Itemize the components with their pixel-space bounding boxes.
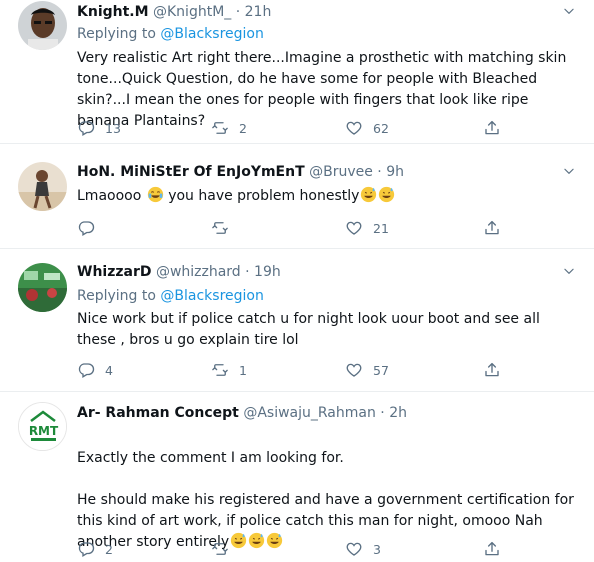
like-button[interactable]: 21 [345,218,389,238]
retweet-button[interactable]: 1 [211,360,247,380]
timestamp[interactable]: · 2h [380,405,407,421]
timestamp[interactable]: · 9h [377,164,404,180]
tweet-text: Nice work but if police catch u for nigh… [77,311,540,348]
laughing-crying-emoji-icon [147,186,164,203]
heart-icon [345,119,363,137]
tweet-header: Ar- Rahman Concept @Asiwaju_Rahman · 2h [77,403,554,423]
retweet-icon [211,219,229,237]
tweet-actions: 4 1 57 [77,360,507,380]
avatar[interactable] [18,162,67,211]
avatar[interactable] [18,263,67,312]
reply-button[interactable]: 4 [77,360,113,380]
reply-icon [77,219,95,237]
retweet-icon [211,361,229,379]
timestamp[interactable]: · 19h [245,264,281,280]
retweet-button[interactable]: 2 [211,118,247,138]
display-name[interactable]: Ar- Rahman Concept [77,405,239,421]
replying-to-label: Replying to [77,288,156,304]
tweet-whizzard[interactable]: WhizzarD @whizzhard · 19h Replying to @B… [0,249,594,392]
reply-count: 2 [105,541,113,557]
tweet-header: HoN. MiNiStEr Of EnJoYmEnT @Bruvee · 9h [77,162,554,182]
share-button[interactable] [483,539,511,559]
user-handle[interactable]: @KnightM_ [153,4,231,20]
share-icon [483,219,501,237]
display-name[interactable]: WhizzarD [77,264,151,280]
like-count: 3 [373,541,381,557]
retweet-button[interactable] [211,218,239,238]
share-icon [483,119,501,137]
retweet-icon [211,540,229,558]
heart-icon [345,219,363,237]
timestamp[interactable]: · 21h [236,4,272,20]
retweet-icon [211,119,229,137]
like-count: 62 [373,120,389,136]
user-handle[interactable]: @whizzhard [156,264,241,280]
sweat-smile-emoji-icon [378,186,395,203]
user-handle[interactable]: @Asiwaju_Rahman [243,405,376,421]
like-button[interactable]: 62 [345,118,389,138]
share-icon [483,540,501,558]
tweet-text-cont: you have problem honestly [168,188,360,204]
tweet-asiwaju-rahman[interactable]: RMT Ar- Rahman Concept @Asiwaju_Rahman ·… [0,392,594,562]
reply-icon [77,361,95,379]
tweet-knightm[interactable]: Knight.M @KnightM_ · 21h Replying to @Bl… [0,0,594,144]
tweet-header: WhizzarD @whizzhard · 19h [77,262,554,282]
tweet-header: Knight.M @KnightM_ · 21h [77,2,554,22]
tweet-text: Lmaoooo [77,188,142,204]
avatar-logo-text: RMT [29,424,59,438]
tweet-text: Exactly the comment I am looking for. He… [77,450,574,550]
avatar[interactable]: RMT [18,402,67,451]
like-button[interactable]: 57 [345,360,389,380]
chevron-down-icon[interactable] [562,264,576,278]
retweet-count: 1 [239,362,247,378]
tweet-actions: 13 2 62 [77,118,507,138]
user-handle[interactable]: @Bruvee [309,164,373,180]
reply-button[interactable] [77,218,105,238]
replying-to-handle[interactable]: @Blacksregion [160,26,263,42]
reply-count: 4 [105,362,113,378]
replying-to: Replying to @Blacksregion [77,286,264,306]
avatar[interactable] [18,1,67,50]
replying-to-label: Replying to [77,26,156,42]
reply-button[interactable]: 13 [77,118,121,138]
reply-count: 13 [105,120,121,136]
tweet-actions: 2 3 [77,539,507,559]
tweet-bruvee[interactable]: HoN. MiNiStEr Of EnJoYmEnT @Bruvee · 9h … [0,144,594,249]
like-count: 57 [373,362,389,378]
chevron-down-icon[interactable] [562,4,576,18]
display-name[interactable]: HoN. MiNiStEr Of EnJoYmEnT [77,164,305,180]
share-button[interactable] [483,360,511,380]
heart-icon [345,361,363,379]
sweat-smile-emoji-icon [360,186,377,203]
replying-to: Replying to @Blacksregion [77,24,264,44]
chevron-down-icon[interactable] [562,164,576,178]
tweet-text-block: Exactly the comment I am looking for. He… [77,427,578,553]
tweet-actions: 21 [77,218,507,238]
retweet-button[interactable] [211,539,239,559]
share-button[interactable] [483,118,511,138]
retweet-count: 2 [239,120,247,136]
heart-icon [345,540,363,558]
like-button[interactable]: 3 [345,539,381,559]
reply-button[interactable]: 2 [77,539,113,559]
tweet-text-line: Lmaoooo you have problem honestly [77,186,578,207]
reply-icon [77,540,95,558]
share-icon [483,361,501,379]
display-name[interactable]: Knight.M [77,4,149,20]
replying-to-handle[interactable]: @Blacksregion [160,288,263,304]
share-button[interactable] [483,218,511,238]
like-count: 21 [373,220,389,236]
reply-icon [77,119,95,137]
